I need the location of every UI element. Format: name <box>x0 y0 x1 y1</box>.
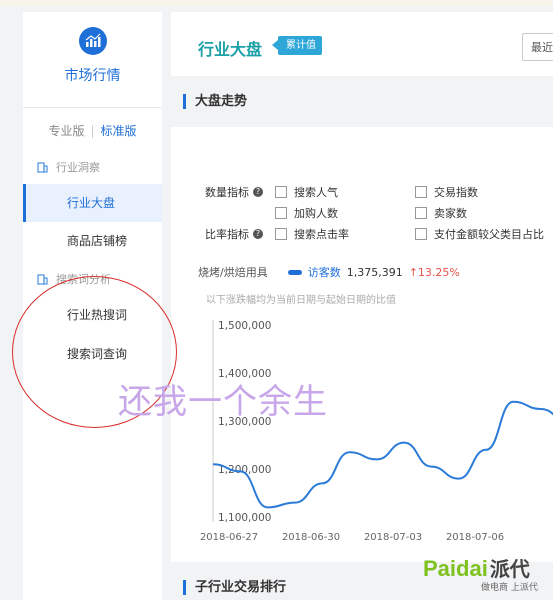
x-tick-label: 2018-07-03 <box>364 532 422 543</box>
x-tick-label: 2018-07-06 <box>446 532 504 543</box>
brand-latin: Paidai <box>423 556 488 581</box>
paidai-logo: Paidai 派代 <box>423 553 530 582</box>
brand-chinese: 派代 <box>489 559 530 581</box>
x-tick-label: 2018-06-30 <box>282 532 340 543</box>
y-tick-label: 1,200,000 <box>218 464 271 476</box>
watermark-text: 还我一个余生 <box>118 382 328 422</box>
y-tick-label: 1,100,000 <box>218 512 271 524</box>
x-tick-label: 2018-06-27 <box>200 532 258 543</box>
y-tick-label: 1,500,000 <box>218 320 271 332</box>
brand-slogan: 做电商 上派代 <box>481 583 538 593</box>
section-title-sub-ranking: 子行业交易排行 <box>183 580 286 595</box>
